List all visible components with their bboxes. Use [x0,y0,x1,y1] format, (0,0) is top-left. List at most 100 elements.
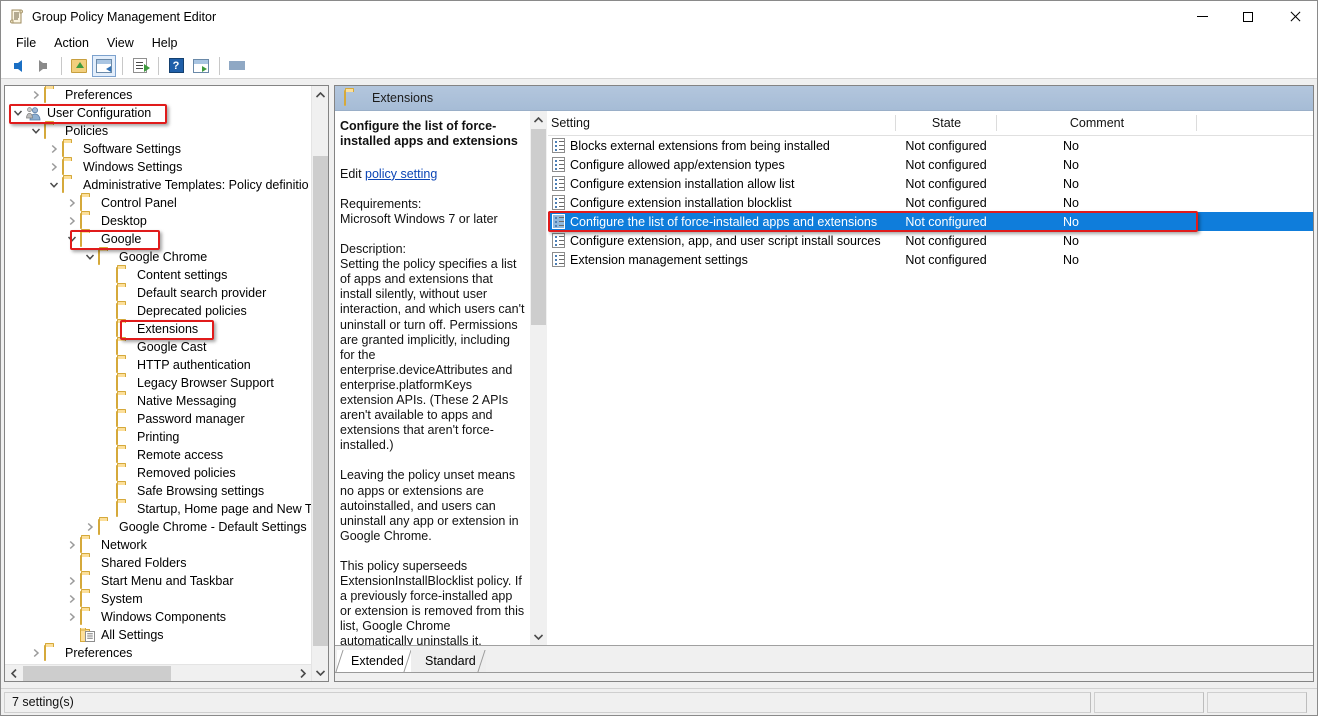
tree-item-policies[interactable]: Policies [5,122,311,140]
tree-item-shared-folders[interactable]: Shared Folders [5,554,311,572]
export-list-button[interactable] [128,55,152,77]
menu-file[interactable]: File [7,33,45,53]
tree-item-label: HTTP authentication [137,356,251,374]
tree-item-windows-settings[interactable]: Windows Settings [5,158,311,176]
help-button[interactable]: ? [164,55,188,77]
chevron-right-icon[interactable] [82,518,98,536]
chevron-right-icon[interactable] [28,86,44,104]
tree-spacer [100,374,116,392]
maximize-button[interactable] [1225,1,1271,32]
chevron-down-icon[interactable] [46,176,62,194]
folder-icon [98,250,114,264]
up-one-level-button[interactable] [67,55,91,77]
description-scroll-thumb[interactable] [531,129,546,325]
tree-item-network[interactable]: Network [5,536,311,554]
tree-item-removed-policies[interactable]: Removed policies [5,464,311,482]
chevron-right-icon[interactable] [64,608,80,626]
cell-comment: No [996,158,1146,172]
tree-item-google[interactable]: Google [5,230,311,248]
tree-item-preferences[interactable]: Preferences [5,86,311,104]
tree-item-preferences[interactable]: Preferences [5,644,311,662]
column-divider[interactable] [1196,115,1197,131]
chevron-right-icon[interactable] [64,590,80,608]
menu-view[interactable]: View [98,33,143,53]
tab-standard[interactable]: Standard [411,650,486,672]
tab-extended[interactable]: Extended [337,650,414,672]
tree-item-google-chrome[interactable]: Google Chrome [5,248,311,266]
tree-item-start-menu-and-taskbar[interactable]: Start Menu and Taskbar [5,572,311,590]
chevron-down-icon[interactable] [28,122,44,140]
filter-button[interactable] [225,55,249,77]
tree-scroll-thumb[interactable] [313,156,328,646]
menu-action[interactable]: Action [45,33,98,53]
tree-item-legacy-browser-support[interactable]: Legacy Browser Support [5,374,311,392]
description-scroll-down-button[interactable] [530,628,547,645]
show-hide-action-pane-button[interactable] [189,55,213,77]
table-row[interactable]: Configure extension, app, and user scrip… [548,231,1313,250]
tree-vertical-scrollbar[interactable] [311,86,328,681]
chevron-right-icon[interactable] [46,140,62,158]
table-row[interactable]: Blocks external extensions from being in… [548,136,1313,155]
tree-item-label: Printing [137,428,179,446]
tree-item-system[interactable]: System [5,590,311,608]
tree-item-software-settings[interactable]: Software Settings [5,140,311,158]
minimize-button[interactable] [1179,1,1225,32]
column-header-comment[interactable]: Comment [997,111,1197,135]
chevron-right-icon[interactable] [64,536,80,554]
tree-item-windows-components[interactable]: Windows Components [5,608,311,626]
tree-item-default-search-provider[interactable]: Default search provider [5,284,311,302]
chevron-down-icon[interactable] [64,230,80,248]
table-row[interactable]: Configure the list of force-installed ap… [548,212,1313,231]
policy-setting-icon [552,195,565,210]
tree-horizontal-scrollbar[interactable] [5,664,311,681]
tree-scroll-left-button[interactable] [5,665,22,682]
table-row[interactable]: Extension management settingsNot configu… [548,250,1313,269]
tree-item-safe-browsing-settings[interactable]: Safe Browsing settings [5,482,311,500]
description-vertical-scrollbar[interactable] [530,111,547,645]
column-header-state[interactable]: State [896,111,997,135]
table-row[interactable]: Configure allowed app/extension typesNot… [548,155,1313,174]
tree-item-deprecated-policies[interactable]: Deprecated policies [5,302,311,320]
tree-item-remote-access[interactable]: Remote access [5,446,311,464]
description-scroll-up-button[interactable] [530,111,547,128]
tree-item-google-cast[interactable]: Google Cast [5,338,311,356]
table-row[interactable]: Configure extension installation blockli… [548,193,1313,212]
tree-item-extensions[interactable]: Extensions [5,320,311,338]
forward-button[interactable] [31,55,55,77]
tree-item-control-panel[interactable]: Control Panel [5,194,311,212]
tree-item-administrative-templates-policy-definitio[interactable]: Administrative Templates: Policy definit… [5,176,311,194]
chevron-right-icon[interactable] [64,572,80,590]
show-hide-console-tree-button[interactable] [92,55,116,77]
tree-item-printing[interactable]: Printing [5,428,311,446]
tree-scroll-up-button[interactable] [312,86,329,103]
settings-list-view[interactable]: Setting State Comment Blocks external ex… [548,111,1313,645]
chevron-right-icon[interactable] [46,158,62,176]
back-button[interactable] [6,55,30,77]
tree-item-desktop[interactable]: Desktop [5,212,311,230]
tree-hscroll-thumb[interactable] [23,666,171,681]
policy-setting-link[interactable]: policy setting [365,167,437,181]
tree-item-startup-home-page-and-new-t[interactable]: Startup, Home page and New T [5,500,311,518]
close-button[interactable] [1271,1,1317,32]
tree-item-google-chrome-default-settings[interactable]: Google Chrome - Default Settings [5,518,311,536]
chevron-right-icon[interactable] [64,212,80,230]
tree-scroll-right-button[interactable] [294,665,311,682]
chevron-down-icon[interactable] [82,248,98,266]
tree-scroll-down-button[interactable] [312,664,329,681]
tree-item-native-messaging[interactable]: Native Messaging [5,392,311,410]
table-row[interactable]: Configure extension installation allow l… [548,174,1313,193]
tree-item-content-settings[interactable]: Content settings [5,266,311,284]
tree-item-all-settings[interactable]: All Settings [5,626,311,644]
console-tree[interactable]: PreferencesUser ConfigurationPoliciesSof… [5,86,311,663]
result-pane-header: Extensions [335,86,1313,111]
menu-help[interactable]: Help [143,33,187,53]
chevron-right-icon[interactable] [28,644,44,662]
tree-spacer [64,626,80,644]
chevron-down-icon[interactable] [10,104,26,122]
column-header-setting[interactable]: Setting [548,111,896,135]
tree-item-http-authentication[interactable]: HTTP authentication [5,356,311,374]
tree-item-user-configuration[interactable]: User Configuration [5,104,311,122]
toolbar-separator [219,57,220,75]
tree-item-password-manager[interactable]: Password manager [5,410,311,428]
chevron-right-icon[interactable] [64,194,80,212]
